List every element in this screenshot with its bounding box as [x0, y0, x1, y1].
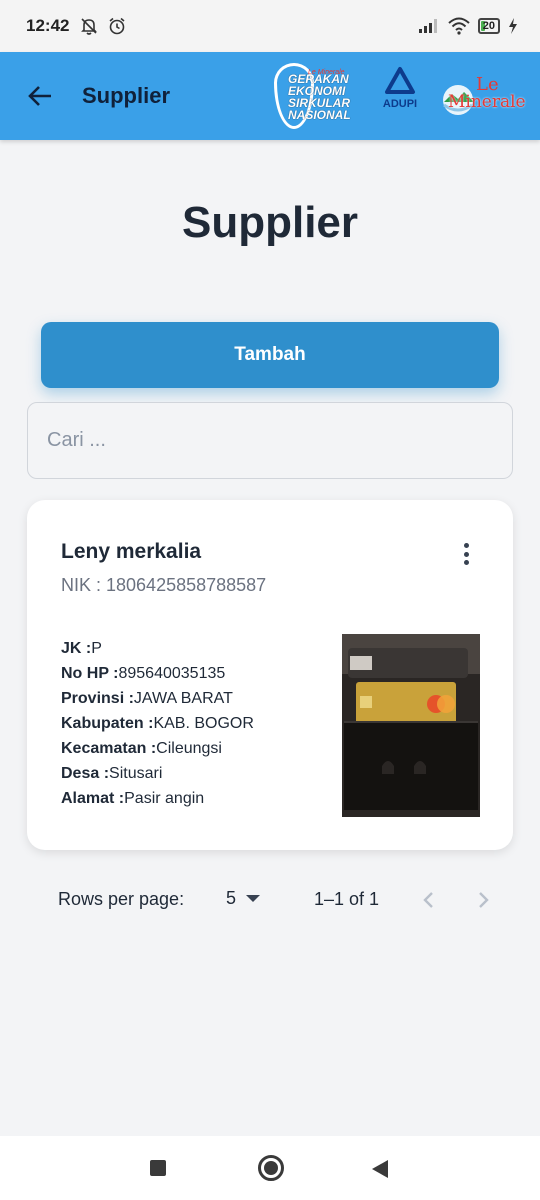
adupi-recycle-icon — [385, 67, 415, 94]
page-title: Supplier — [181, 198, 359, 247]
page-range: 1–1 of 1 — [314, 889, 380, 909]
supplier-name: Leny merkalia — [61, 540, 202, 563]
previous-page-button[interactable] — [416, 886, 442, 914]
charging-icon — [509, 18, 517, 34]
add-supplier-button[interactable]: Tambah — [41, 322, 499, 388]
wifi-icon — [448, 17, 470, 35]
battery-level: 20 — [482, 20, 495, 32]
supplier-card: Leny merkalia NIK : 1806425858788587 JK … — [27, 500, 513, 850]
chevron-left-icon — [423, 892, 433, 908]
alarm-icon — [109, 17, 125, 35]
table-pagination: Rows per page: 5 1–1 of 1 — [0, 880, 540, 920]
back-button[interactable] — [20, 76, 60, 116]
status-bar: 12:42 20 — [0, 0, 540, 52]
adupi-logo: ADUPI — [368, 66, 432, 126]
system-nav-bar — [0, 1136, 540, 1200]
rows-per-page-value: 5 — [226, 888, 237, 908]
wallet-card-photo — [342, 634, 480, 817]
gerakan-logo: Le Minerale GERAKAN EKONOMI SIRKULAR NAS… — [270, 57, 360, 135]
back-icon[interactable] — [372, 1160, 388, 1178]
caret-down-icon — [246, 895, 261, 902]
arrow-left-icon — [28, 86, 51, 106]
kebab-dot-icon — [463, 543, 469, 548]
rows-per-page-label: Rows per page: — [58, 889, 185, 909]
signal-icon — [418, 19, 437, 33]
detail-row-provinsi: Provinsi :JAWA BARAT — [61, 690, 233, 707]
status-time: 12:42 — [26, 16, 70, 35]
rows-per-page-select[interactable]: 5 — [226, 888, 261, 909]
supplier-details: JK :P No HP :895640035135 Provinsi :JAWA… — [61, 636, 254, 811]
partner-logos: Le Minerale GERAKAN EKONOMI SIRKULAR NAS… — [270, 57, 526, 135]
detail-row-desa: Desa :Situsari — [61, 765, 163, 782]
search-input[interactable] — [27, 402, 513, 479]
kebab-dot-icon — [463, 560, 469, 565]
detail-row-kecamatan: Kecamatan :Cileungsi — [61, 740, 222, 757]
status-left-icons — [79, 16, 127, 36]
app-bar: Supplier Le Minerale GERAKAN EKONOMI SIR… — [0, 52, 540, 140]
supplier-photo[interactable] — [342, 634, 480, 817]
detail-row-alamat: Alamat :Pasir angin — [61, 790, 205, 807]
more-options-button[interactable] — [453, 540, 479, 568]
detail-row-kabupaten: Kabupaten :KAB. BOGOR — [61, 715, 254, 732]
app-bar-title: Supplier — [82, 83, 171, 108]
recent-apps-icon[interactable] — [150, 1160, 166, 1176]
notifications-off-icon — [81, 18, 98, 35]
chevron-right-icon — [479, 892, 489, 908]
next-page-button[interactable] — [470, 886, 496, 914]
status-right-icons: 20 — [418, 17, 518, 35]
detail-row-phone: No HP :895640035135 — [61, 665, 226, 682]
detail-row-jk: JK :P — [61, 640, 102, 657]
battery-icon: 20 — [477, 18, 500, 34]
supplier-nik: NIK : 1806425858788587 — [61, 575, 267, 595]
home-icon[interactable] — [258, 1155, 284, 1181]
leminerale-logo: Le Minerale — [440, 66, 526, 126]
kebab-dot-icon — [463, 551, 469, 557]
